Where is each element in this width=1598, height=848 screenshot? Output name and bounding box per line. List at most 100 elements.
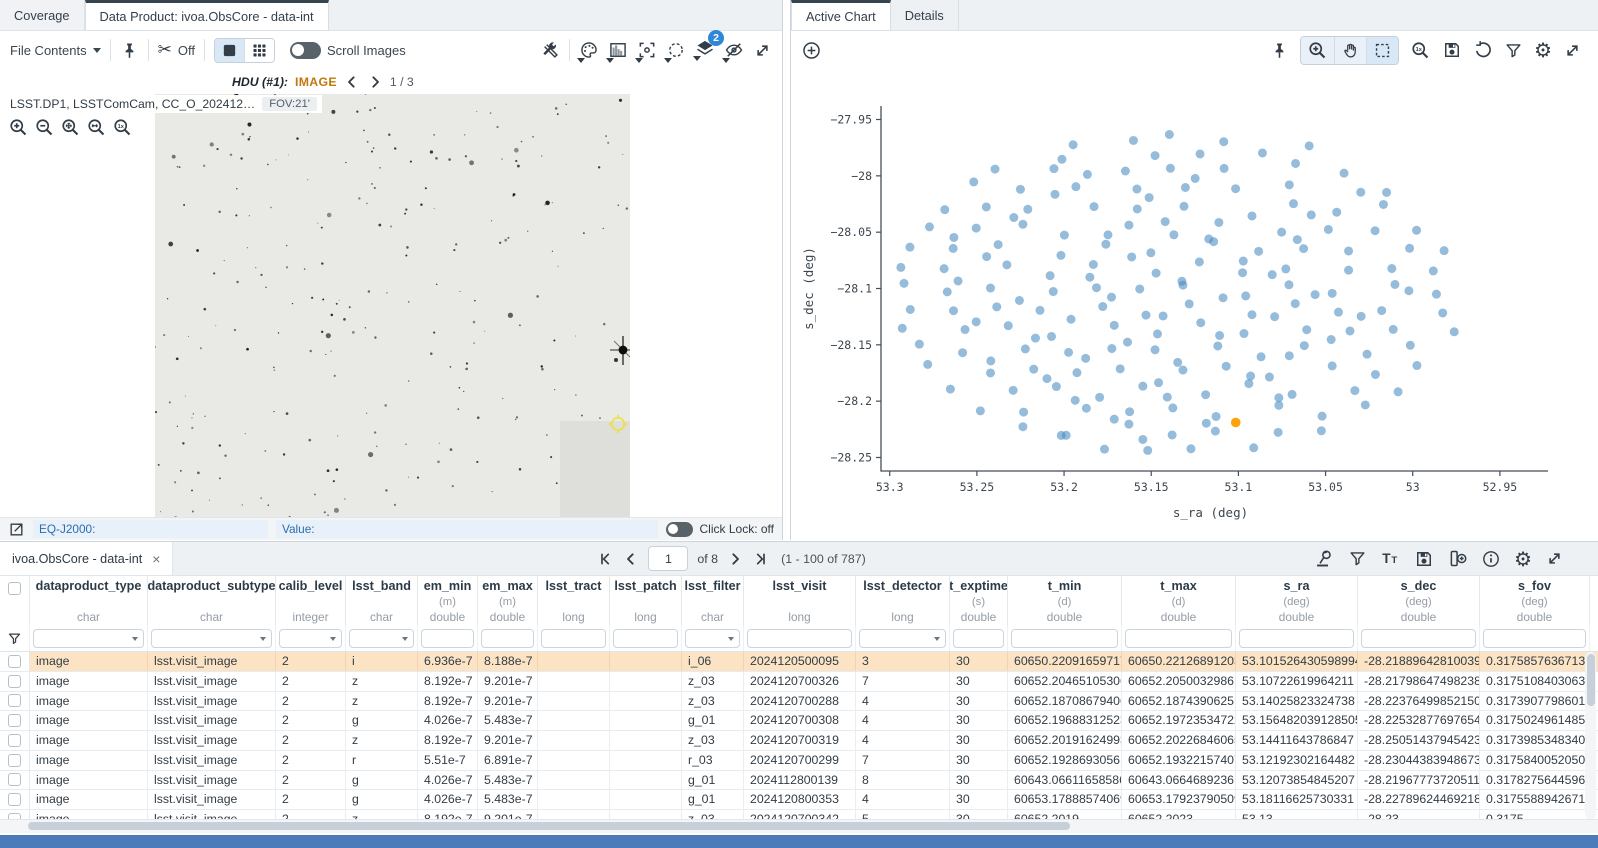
filter-input-t_max[interactable] (1125, 629, 1232, 648)
row-checkbox[interactable] (0, 692, 30, 711)
target-marker-icon[interactable] (605, 411, 631, 442)
scroll-images-toggle[interactable]: Scroll Images (290, 42, 406, 59)
table-row[interactable]: imagelsst.visit_image2z8.192e-79.201e-7z… (0, 810, 1598, 819)
file-contents-dropdown[interactable]: File Contents (10, 43, 101, 58)
next-hdu-icon[interactable] (367, 74, 383, 90)
column-header-lsst_visit[interactable]: lsst_visitlong (744, 576, 856, 625)
tab-details[interactable]: Details (891, 0, 959, 30)
previous-page-icon[interactable] (623, 551, 639, 567)
crop-button[interactable]: ✂ Off (158, 40, 195, 60)
zoom-fill-icon[interactable] (86, 117, 107, 138)
next-page-icon[interactable] (727, 551, 743, 567)
expand-icon[interactable] (1545, 549, 1564, 568)
filter-input-t_min[interactable] (1011, 629, 1118, 648)
horizontal-scrollbar[interactable] (0, 819, 1598, 833)
tab-active-chart[interactable]: Active Chart (791, 0, 891, 30)
column-header-dataproduct_type[interactable]: dataproduct_typechar (30, 576, 148, 625)
table-row[interactable]: imagelsst.visit_image2z8.192e-79.201e-7z… (0, 672, 1598, 692)
column-header-calib_level[interactable]: calib_levelinteger (276, 576, 346, 625)
filter-input-s_ra[interactable] (1239, 629, 1354, 648)
expand-icon[interactable] (753, 41, 772, 60)
column-header-lsst_tract[interactable]: lsst_tractlong (538, 576, 610, 625)
filter-icon[interactable] (0, 625, 30, 651)
table-row[interactable]: imagelsst.visit_image2z8.192e-79.201e-7z… (0, 731, 1598, 751)
row-checkbox[interactable] (0, 652, 30, 671)
column-header-lsst_detector[interactable]: lsst_detectorlong (856, 576, 950, 625)
column-header-t_min[interactable]: t_min(d)double (1008, 576, 1122, 625)
save-chart-icon[interactable] (1442, 40, 1462, 60)
column-header-s_fov[interactable]: s_fov(deg)double (1480, 576, 1590, 625)
tools-icon[interactable] (540, 40, 560, 60)
previous-hdu-icon[interactable] (344, 74, 360, 90)
fits-image-viewer[interactable]: LSST.DP1, LSSTComCam, CC_O_202412… FOV:2… (0, 94, 782, 517)
zoom-in-icon[interactable] (8, 117, 29, 138)
stretch-histogram-icon[interactable] (608, 40, 628, 60)
filter-select-lsst_detector[interactable] (859, 629, 946, 648)
filter-input-lsst_patch[interactable] (613, 629, 678, 648)
highlighted-point[interactable] (1231, 418, 1241, 428)
scatter-plot-svg[interactable]: 53.353.2553.253.1553.153.055352.95−27.95… (791, 69, 1598, 541)
fits-image[interactable] (155, 94, 630, 517)
filter-select-lsst_band[interactable] (349, 629, 414, 648)
column-header-t_exptime[interactable]: t_exptime(s)double (950, 576, 1008, 625)
toggle-off-switch[interactable] (666, 522, 693, 537)
column-header-s_ra[interactable]: s_ra(deg)double (1236, 576, 1358, 625)
column-header-t_max[interactable]: t_max(d)double (1122, 576, 1236, 625)
save-table-icon[interactable] (1414, 549, 1434, 569)
row-checkbox[interactable] (0, 751, 30, 770)
table-row[interactable]: imagelsst.visit_image2i6.936e-78.188e-7i… (0, 652, 1598, 672)
column-header-s_dec[interactable]: s_dec(deg)double (1358, 576, 1480, 625)
filter-input-lsst_visit[interactable] (747, 629, 852, 648)
column-header-dataproduct_subtype[interactable]: dataproduct_subtypechar (148, 576, 276, 625)
table-row[interactable]: imagelsst.visit_image2g4.026e-75.483e-7g… (0, 711, 1598, 731)
click-lock-toggle[interactable]: Click Lock: off (666, 522, 774, 537)
add-column-icon[interactable] (1447, 548, 1468, 569)
filter-select-calib_level[interactable] (279, 629, 342, 648)
grid-image-view-button[interactable] (244, 39, 274, 62)
toggle-off-switch[interactable] (290, 42, 321, 59)
gear-icon[interactable]: ⚙ (1514, 547, 1532, 571)
vertical-scrollbar[interactable] (1585, 652, 1596, 819)
zoom-fit-icon[interactable] (60, 117, 81, 138)
table-row[interactable]: imagelsst.visit_image2r5.51e-76.891e-7r_… (0, 751, 1598, 771)
scrollbar-thumb[interactable] (28, 822, 1070, 830)
column-header-lsst_patch[interactable]: lsst_patchlong (610, 576, 682, 625)
last-page-icon[interactable] (752, 551, 768, 567)
page-number-input[interactable] (648, 546, 688, 571)
gear-icon[interactable]: ⚙ (1534, 38, 1552, 62)
zoom-1x-icon[interactable]: 1x (112, 117, 133, 138)
chart-zoom-mode-button[interactable] (1301, 37, 1334, 64)
layers-control[interactable]: 2 (695, 38, 715, 63)
filter-icon[interactable] (1504, 41, 1523, 60)
tab-coverage[interactable]: Coverage (0, 0, 85, 30)
close-icon[interactable]: × (152, 551, 160, 567)
column-header-lsst_filter[interactable]: lsst_filterchar (682, 576, 744, 625)
row-checkbox[interactable] (0, 711, 30, 730)
chart-select-mode-button[interactable] (1366, 37, 1398, 64)
row-checkbox[interactable] (0, 810, 30, 819)
table-row[interactable]: imagelsst.visit_image2z8.192e-79.201e-7z… (0, 692, 1598, 712)
tab-data-product[interactable]: Data Product: ivoa.ObsCore - data-int (85, 0, 329, 30)
table-row[interactable]: imagelsst.visit_image2g4.026e-75.483e-7g… (0, 790, 1598, 810)
zoom-out-icon[interactable] (34, 117, 55, 138)
filter-input-lsst_tract[interactable] (541, 629, 606, 648)
row-checkbox[interactable] (0, 790, 30, 809)
column-header-em_max[interactable]: em_max(m)double (478, 576, 538, 625)
add-chart-icon[interactable] (801, 40, 822, 61)
hide-layers-icon[interactable] (724, 40, 744, 60)
recenter-icon[interactable] (637, 40, 657, 60)
expand-icon[interactable] (1563, 41, 1582, 60)
chart-pan-mode-button[interactable] (1334, 37, 1366, 64)
column-header-em_min[interactable]: em_min(m)double (418, 576, 478, 625)
filter-input-s_fov[interactable] (1483, 629, 1586, 648)
filter-input-t_exptime[interactable] (953, 629, 1004, 648)
row-checkbox[interactable] (0, 771, 30, 790)
column-header-lsst_band[interactable]: lsst_bandchar (346, 576, 418, 625)
info-icon[interactable] (1481, 549, 1501, 569)
filter-input-em_min[interactable] (421, 629, 474, 648)
text-view-icon[interactable]: TT (1380, 548, 1401, 569)
scrollbar-thumb[interactable] (1587, 654, 1595, 706)
single-image-view-button[interactable] (215, 39, 244, 62)
table-tab[interactable]: ivoa.ObsCore - data-int × (0, 542, 173, 575)
pin-icon[interactable] (1270, 41, 1289, 60)
